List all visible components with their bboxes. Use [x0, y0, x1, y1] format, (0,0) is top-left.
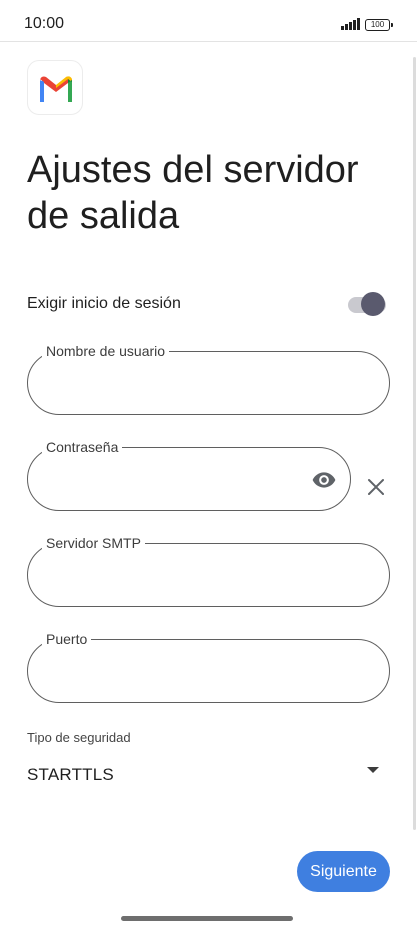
- next-button[interactable]: Siguiente: [297, 851, 390, 892]
- port-input[interactable]: [46, 658, 326, 684]
- toggle-thumb[interactable]: [361, 292, 385, 316]
- security-type-dropdown[interactable]: STARTTLS: [27, 756, 389, 792]
- status-time: 10:00: [24, 15, 65, 32]
- require-login-row[interactable]: Exigir inicio de sesión: [27, 285, 389, 325]
- smtp-server-input[interactable]: [46, 562, 326, 588]
- dropdown-arrow-icon[interactable]: [366, 765, 380, 775]
- app-logo: [27, 60, 83, 115]
- status-bar: 10:00 100: [0, 0, 417, 42]
- smtp-server-label: Servidor SMTP: [42, 534, 145, 552]
- username-field[interactable]: Nombre de usuario: [27, 342, 390, 415]
- smtp-server-field[interactable]: Servidor SMTP: [27, 534, 390, 607]
- port-label: Puerto: [42, 630, 92, 648]
- password-input[interactable]: [46, 466, 296, 492]
- scrollbar[interactable]: [413, 57, 416, 830]
- password-label: Contraseña: [42, 438, 123, 456]
- gmail-logo-icon: [40, 76, 72, 102]
- signal-icon: [341, 18, 360, 30]
- require-login-label: Exigir inicio de sesión: [27, 295, 181, 312]
- username-input[interactable]: [46, 370, 326, 396]
- eye-icon[interactable]: [311, 467, 337, 493]
- password-field[interactable]: Contraseña: [27, 438, 351, 511]
- username-label: Nombre de usuario: [42, 342, 170, 360]
- security-type-value: STARTTLS: [27, 765, 114, 784]
- home-indicator[interactable]: [121, 916, 293, 921]
- port-field[interactable]: Puerto: [27, 630, 390, 703]
- page-title: Ajustes del servidor de salida: [27, 149, 359, 237]
- close-icon[interactable]: [364, 475, 388, 499]
- security-type-label: Tipo de seguridad: [27, 730, 131, 745]
- battery-icon: 100: [365, 19, 393, 31]
